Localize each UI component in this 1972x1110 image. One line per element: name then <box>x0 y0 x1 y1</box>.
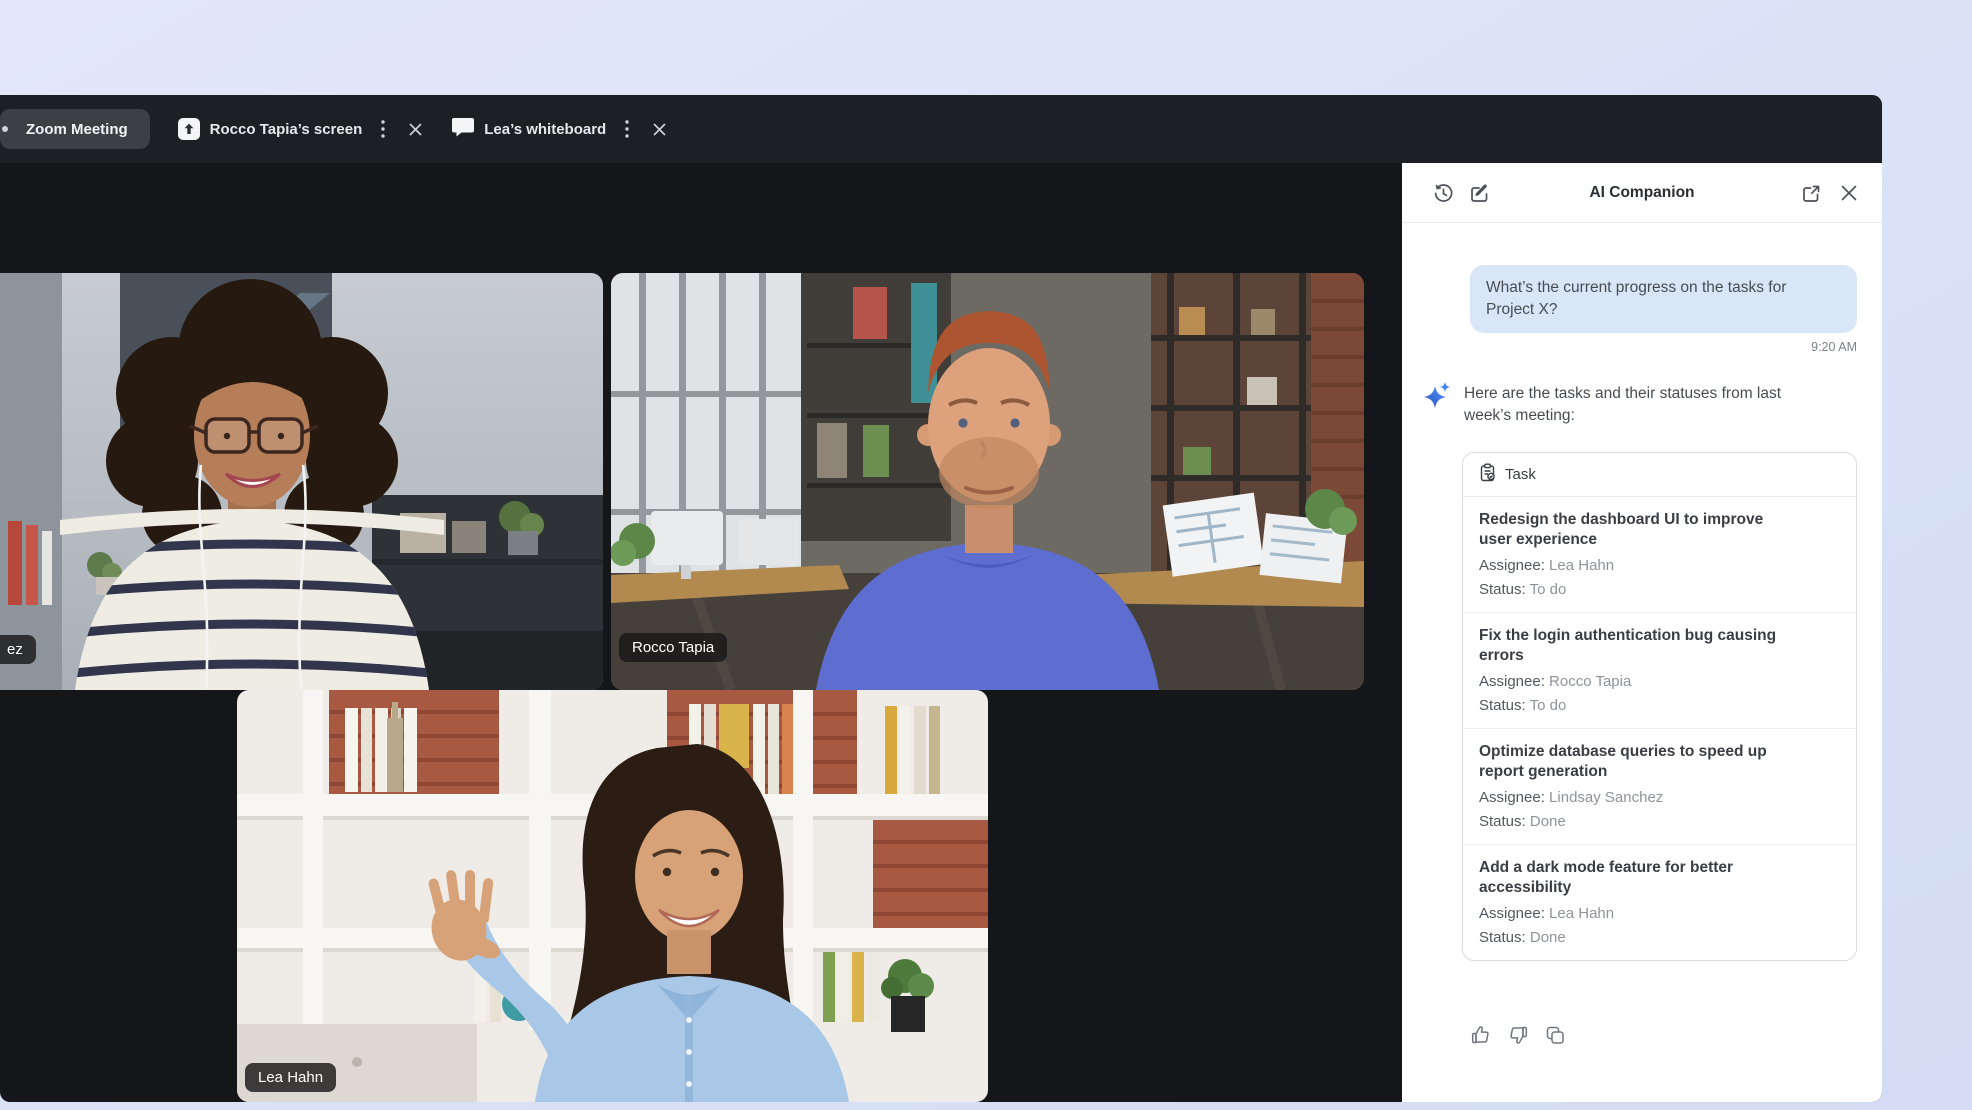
task-card-title: Task <box>1505 466 1536 483</box>
task-status: Status: Done <box>1479 813 1840 830</box>
task-row: Redesign the dashboard UI to improve use… <box>1463 497 1856 613</box>
participant-name-tag: ez <box>0 635 36 664</box>
camera-icon <box>2 126 8 132</box>
task-title: Fix the login authentication bug causing… <box>1479 626 1779 666</box>
task-row: Fix the login authentication bug causing… <box>1463 613 1856 729</box>
thumbs-down-icon[interactable] <box>1507 1024 1529 1046</box>
task-card: Task Redesign the dashboard UI to improv… <box>1462 452 1857 961</box>
tab-zoom-meeting[interactable]: Zoom Meeting <box>0 109 150 149</box>
video-tile-lindsay: ez <box>0 273 603 690</box>
open-external-icon[interactable] <box>1798 180 1824 206</box>
copy-icon[interactable] <box>1544 1024 1566 1046</box>
tab-options-icon[interactable] <box>372 118 394 140</box>
tab-label: Rocco Tapia’s screen <box>210 121 363 138</box>
tab-lea-whiteboard[interactable]: Lea’s whiteboard <box>452 117 670 141</box>
video-rocco-scene <box>611 273 1364 690</box>
task-title: Optimize database queries to speed up re… <box>1479 742 1779 782</box>
whiteboard-icon <box>452 117 474 141</box>
task-assignee: Assignee: Lindsay Sanchez <box>1479 789 1840 806</box>
feedback-row <box>1470 1024 1566 1046</box>
task-assignee: Assignee: Rocco Tapia <box>1479 673 1840 690</box>
message-timestamp: 9:20 AM <box>1811 340 1857 354</box>
video-tile-lea: Lea Hahn <box>237 690 988 1102</box>
tab-close-icon[interactable] <box>648 118 670 140</box>
task-status: Status: To do <box>1479 581 1840 598</box>
task-card-header: Task <box>1463 453 1856 497</box>
ai-response-text: Here are the tasks and their statuses fr… <box>1464 383 1859 427</box>
close-icon[interactable] <box>1836 180 1862 206</box>
background-shelves-mid <box>801 273 951 541</box>
screen-share-icon <box>178 118 200 140</box>
video-tile-rocco: Rocco Tapia <box>611 273 1364 690</box>
ai-companion-sparkle-icon <box>1421 380 1453 412</box>
history-icon[interactable] <box>1430 180 1456 206</box>
thumbs-up-icon[interactable] <box>1470 1024 1492 1046</box>
task-status: Status: Done <box>1479 929 1840 946</box>
tab-close-icon[interactable] <box>404 118 426 140</box>
task-assignee: Assignee: Lea Hahn <box>1479 905 1840 922</box>
tab-options-icon[interactable] <box>616 118 638 140</box>
tab-bar: Zoom Meeting Rocco Tapia’s screen Lea’ <box>0 95 1882 163</box>
tab-label: Lea’s whiteboard <box>484 121 606 138</box>
video-lea-scene <box>237 690 988 1102</box>
tab-rocco-screen[interactable]: Rocco Tapia’s screen <box>178 118 427 140</box>
participant-name-tag: Rocco Tapia <box>619 633 727 662</box>
participant-name-tag: Lea Hahn <box>245 1063 336 1092</box>
user-message-bubble: What’s the current progress on the tasks… <box>1470 265 1857 333</box>
task-title: Add a dark mode feature for better acces… <box>1479 858 1779 898</box>
user-message-text: What’s the current progress on the tasks… <box>1486 277 1804 321</box>
video-lindsay-scene <box>0 273 603 690</box>
tab-label: Zoom Meeting <box>26 121 128 138</box>
task-title: Redesign the dashboard UI to improve use… <box>1479 510 1779 550</box>
task-row: Add a dark mode feature for better acces… <box>1463 845 1856 960</box>
task-assignee: Assignee: Lea Hahn <box>1479 557 1840 574</box>
task-clipboard-icon <box>1479 463 1497 486</box>
page: Zoom Meeting Rocco Tapia’s screen Lea’ <box>0 0 1972 1110</box>
panel-header: AI Companion <box>1402 163 1882 223</box>
compose-icon[interactable] <box>1466 180 1492 206</box>
ai-companion-panel: AI Companion <box>1402 163 1882 1102</box>
zoom-meeting-window: Zoom Meeting Rocco Tapia’s screen Lea’ <box>0 95 1882 1102</box>
task-row: Optimize database queries to speed up re… <box>1463 729 1856 845</box>
task-status: Status: To do <box>1479 697 1840 714</box>
